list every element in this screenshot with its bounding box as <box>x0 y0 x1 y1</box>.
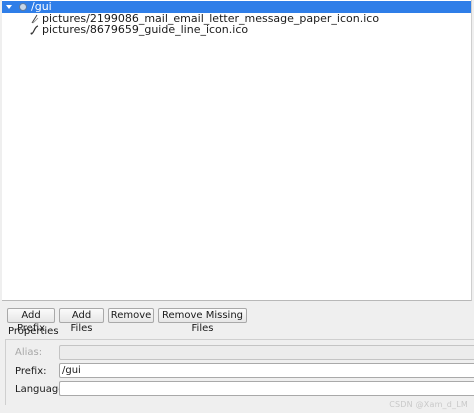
resource-tree[interactable]: /gui pictures/2199086_mail_email_letter_… <box>2 0 472 301</box>
mail-file-icon <box>31 14 39 24</box>
prefix-folder-icon <box>19 3 27 11</box>
properties-title: Properties <box>8 326 59 337</box>
prefix-label: Prefix: <box>15 366 47 377</box>
prefix-field[interactable] <box>59 363 474 378</box>
add-prefix-button[interactable]: Add Prefix <box>7 308 55 334</box>
alias-label: Alias: <box>15 347 43 358</box>
remove-button[interactable]: Remove <box>108 308 154 323</box>
add-files-button[interactable]: Add Files <box>59 308 104 334</box>
remove-missing-files-button[interactable]: Remove Missing Files <box>158 308 247 334</box>
watermark: CSDN @Xam_d_LM <box>389 400 468 409</box>
language-field[interactable] <box>59 381 474 396</box>
tree-file-row[interactable]: pictures/8679659_guide_line_icon.ico <box>2 24 471 36</box>
guide-line-file-icon <box>30 25 39 35</box>
file-label: pictures/8679659_guide_line_icon.ico <box>42 23 249 36</box>
expand-arrow-icon[interactable] <box>6 5 12 9</box>
alias-field[interactable] <box>59 345 474 360</box>
